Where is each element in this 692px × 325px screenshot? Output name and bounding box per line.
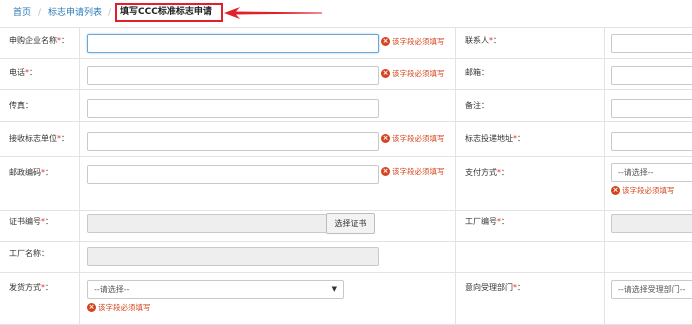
divider — [455, 27, 456, 324]
breadcrumb-separator: / — [38, 8, 42, 18]
delivery-address-label: 标志投递地址*： — [465, 134, 525, 143]
divider — [0, 156, 692, 157]
company-name-error: × 该字段必须填写 — [381, 37, 445, 46]
shipping-method-label: 发货方式*： — [9, 283, 53, 292]
remark-input[interactable] — [611, 99, 692, 118]
divider — [0, 210, 692, 211]
company-name-input[interactable] — [87, 34, 379, 53]
receiving-unit-error: × 该字段必须填写 — [381, 134, 445, 143]
factory-name-label: 工厂名称： — [9, 249, 49, 258]
contact-input[interactable] — [611, 34, 692, 53]
divider — [0, 27, 692, 28]
select-certificate-button[interactable]: 选择证书 — [326, 213, 375, 234]
error-circle-icon: × — [87, 303, 96, 312]
shipping-method-select[interactable]: --请选择-- ▼ — [87, 280, 344, 299]
postal-code-error: × 该字段必须填写 — [381, 167, 445, 176]
divider — [0, 241, 692, 242]
receiving-unit-input[interactable] — [87, 132, 379, 151]
company-name-label: 申购企业名称*： — [9, 36, 69, 45]
email-label: 邮箱： — [465, 68, 489, 77]
factory-no-input — [611, 214, 692, 233]
postal-code-input[interactable] — [87, 165, 379, 184]
factory-name-input — [87, 247, 379, 266]
divider — [79, 27, 80, 324]
error-circle-icon: × — [381, 37, 390, 46]
phone-error: × 该字段必须填写 — [381, 69, 445, 78]
error-circle-icon: × — [381, 69, 390, 78]
certificate-no-label: 证书编号*： — [9, 217, 53, 226]
factory-no-label: 工厂编号*： — [465, 217, 509, 226]
breadcrumb-home-link[interactable]: 首页 — [13, 0, 31, 27]
fax-label: 传真： — [9, 101, 33, 110]
contact-label: 联系人*： — [465, 36, 501, 45]
divider — [0, 58, 692, 59]
error-circle-icon: × — [381, 134, 390, 143]
postal-code-label: 邮政编码*： — [9, 168, 53, 177]
phone-label: 电话*： — [9, 68, 37, 77]
fax-input[interactable] — [87, 99, 379, 118]
receiving-unit-label: 接收标志单位*： — [9, 134, 69, 143]
divider — [0, 272, 692, 273]
error-circle-icon: × — [381, 167, 390, 176]
intended-dept-label: 意向受理部门*： — [465, 283, 525, 292]
payment-method-select[interactable]: --请选择-- — [611, 163, 692, 182]
certificate-no-input — [87, 214, 327, 233]
delivery-address-input[interactable] — [611, 132, 692, 151]
divider — [0, 89, 692, 90]
email-input[interactable] — [611, 66, 692, 85]
caret-down-icon: ▼ — [331, 285, 337, 293]
payment-method-label: 支付方式*： — [465, 168, 509, 177]
payment-method-error: × 该字段必须填写 — [611, 186, 675, 195]
divider — [0, 121, 692, 122]
breadcrumb-list-link[interactable]: 标志申请列表 — [48, 0, 102, 27]
phone-input[interactable] — [87, 66, 379, 85]
error-circle-icon: × — [611, 186, 620, 195]
breadcrumb-current: 填写CCC标准标志申请 — [120, 7, 212, 17]
divider — [604, 27, 605, 324]
breadcrumb-separator: / — [108, 8, 112, 18]
left-arrow-annotation-icon — [224, 7, 322, 19]
shipping-method-error: × 该字段必须填写 — [87, 303, 151, 312]
remark-label: 备注： — [465, 101, 489, 110]
breadcrumb: 首页 / 标志申请列表 / 填写CCC标准标志申请 — [0, 0, 692, 27]
intended-dept-select[interactable]: --请选择受理部门-- — [611, 280, 692, 299]
